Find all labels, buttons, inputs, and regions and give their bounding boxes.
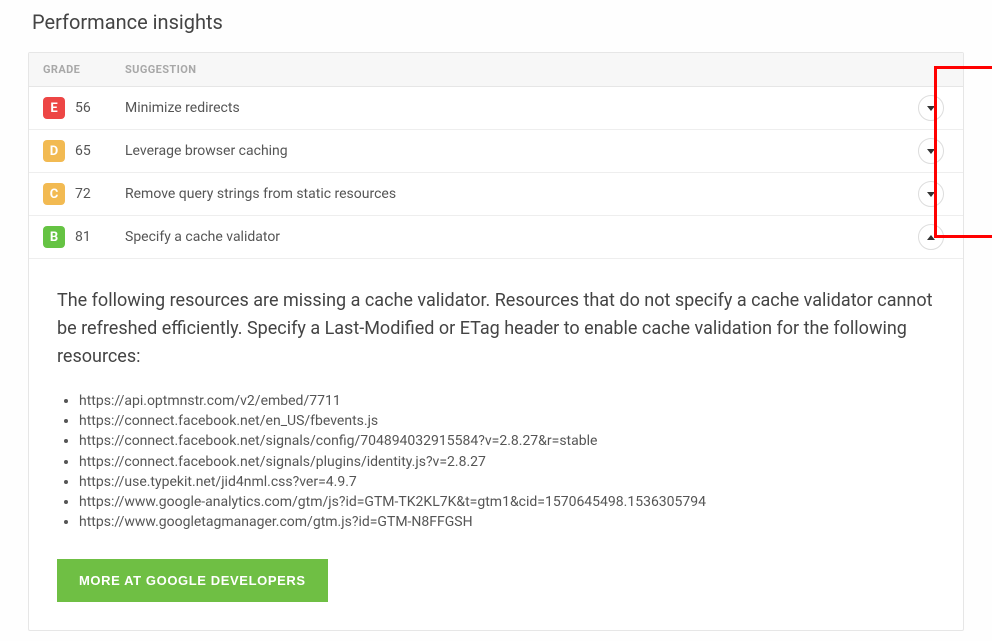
resource-item: https://use.typekit.net/jid4nml.css?ver=… <box>79 472 935 492</box>
expanded-panel: The following resources are missing a ca… <box>29 259 963 630</box>
grade-cell: C 72 <box>43 183 125 205</box>
chevron-down-icon <box>927 192 935 197</box>
grade-score: 56 <box>75 100 91 116</box>
resource-item: https://www.googletagmanager.com/gtm.js?… <box>79 512 935 532</box>
suggestion-text: Remove query strings from static resourc… <box>125 186 913 202</box>
chevron-down-icon <box>927 149 935 154</box>
table-row[interactable]: C 72 Remove query strings from static re… <box>29 173 963 216</box>
suggestion-text: Leverage browser caching <box>125 143 913 159</box>
table-row[interactable]: B 81 Specify a cache validator <box>29 216 963 259</box>
grade-cell: B 81 <box>43 226 125 248</box>
expanded-description: The following resources are missing a ca… <box>57 287 935 371</box>
grade-badge: C <box>43 183 65 205</box>
insights-table: GRADE SUGGESTION E 56 Minimize redirects… <box>28 52 964 631</box>
chevron-down-icon <box>927 106 935 111</box>
expand-toggle[interactable] <box>918 181 944 207</box>
grade-score: 65 <box>75 143 91 159</box>
grade-score: 81 <box>75 229 91 245</box>
header-grade: GRADE <box>43 63 125 76</box>
table-row[interactable]: D 65 Leverage browser caching <box>29 130 963 173</box>
table-header: GRADE SUGGESTION <box>29 53 963 87</box>
grade-score: 72 <box>75 186 91 202</box>
expand-toggle[interactable] <box>918 95 944 121</box>
grade-badge: B <box>43 226 65 248</box>
more-developers-button[interactable]: MORE AT GOOGLE DEVELOPERS <box>57 559 328 602</box>
header-suggestion: SUGGESTION <box>125 63 949 76</box>
grade-badge: E <box>43 97 65 119</box>
expand-toggle[interactable] <box>918 138 944 164</box>
grade-cell: E 56 <box>43 97 125 119</box>
resource-item: https://connect.facebook.net/en_US/fbeve… <box>79 411 935 431</box>
suggestion-text: Minimize redirects <box>125 100 913 116</box>
expand-toggle[interactable] <box>918 224 944 250</box>
grade-cell: D 65 <box>43 140 125 162</box>
chevron-up-icon <box>927 235 935 240</box>
grade-badge: D <box>43 140 65 162</box>
resource-list: https://api.optmnstr.com/v2/embed/7711 h… <box>57 391 935 533</box>
resource-item: https://api.optmnstr.com/v2/embed/7711 <box>79 391 935 411</box>
table-row[interactable]: E 56 Minimize redirects <box>29 87 963 130</box>
suggestion-text: Specify a cache validator <box>125 229 913 245</box>
resource-item: https://www.google-analytics.com/gtm/js?… <box>79 492 935 512</box>
resource-item: https://connect.facebook.net/signals/plu… <box>79 452 935 472</box>
page-title: Performance insights <box>32 10 964 34</box>
resource-item: https://connect.facebook.net/signals/con… <box>79 431 935 451</box>
